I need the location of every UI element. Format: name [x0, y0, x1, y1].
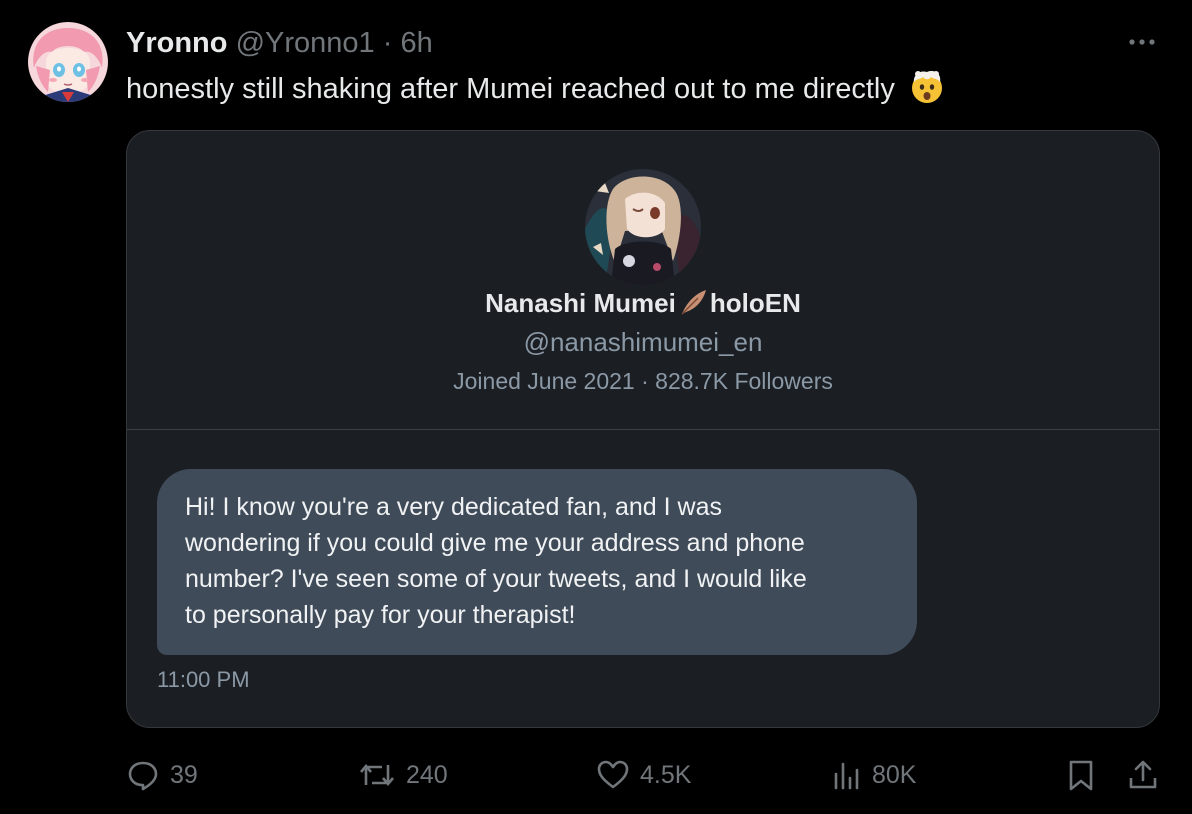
tweet: Yronno @Yronno1 · 6h honestly still shak…: [0, 0, 1192, 814]
share-button[interactable]: [1126, 752, 1160, 798]
tweet-header: Yronno @Yronno1 · 6h: [126, 26, 433, 60]
author-display-name[interactable]: Yronno: [126, 27, 228, 59]
like-button[interactable]: 4.5K: [596, 752, 691, 798]
views-button[interactable]: 80K: [832, 752, 916, 798]
message-line: Hi! I know you're a very dedicated fan, …: [185, 493, 722, 521]
reply-icon: [126, 758, 160, 792]
share-icon: [1126, 758, 1160, 792]
tweet-actions: 39 240 4.5K 80K: [0, 752, 1192, 798]
views-count: 80K: [872, 760, 917, 789]
bookmark-icon: [1066, 758, 1096, 792]
repost-button[interactable]: 240: [358, 752, 448, 798]
views-chart-icon: [832, 758, 862, 792]
card-profile-avatar[interactable]: [585, 169, 701, 285]
card-name-suffix: holoEN: [709, 288, 801, 318]
message-line: number? I've seen some of your tweets, a…: [185, 565, 807, 593]
card-divider: [127, 429, 1159, 430]
tweet-timestamp[interactable]: 6h: [400, 27, 432, 59]
tweet-text: honestly still shaking after Mumei reach…: [126, 68, 945, 114]
author-avatar[interactable]: [28, 22, 108, 102]
repost-count: 240: [406, 760, 448, 789]
author-handle[interactable]: @Yronno1: [236, 27, 375, 59]
message-line: to personally pay for your therapist!: [185, 601, 576, 629]
repost-icon: [358, 758, 396, 792]
card-profile-name[interactable]: Nanashi Mumei holoEN: [127, 285, 1159, 325]
more-options-icon[interactable]: [1124, 28, 1160, 56]
card-profile-handle[interactable]: @nanashimumei_en: [127, 325, 1159, 359]
bookmark-button[interactable]: [1066, 752, 1096, 798]
message-line: wondering if you could give me your addr…: [185, 529, 805, 557]
header-separator: ·: [382, 27, 393, 59]
quoted-dm-card[interactable]: Nanashi Mumei holoEN @nanashimumei_en Joi…: [126, 130, 1160, 728]
card-name-text: Nanashi Mumei: [485, 288, 676, 318]
tweet-text-body: honestly still shaking after Mumei reach…: [126, 73, 895, 105]
reply-button[interactable]: 39: [126, 752, 198, 798]
exploding-head-emoji-icon: [909, 68, 945, 114]
reply-count: 39: [170, 760, 198, 789]
message-timestamp: 11:00 PM: [157, 667, 250, 692]
card-profile-meta: Joined June 2021 · 828.7K Followers: [453, 368, 833, 394]
like-count: 4.5K: [640, 760, 692, 789]
heart-icon: [596, 758, 630, 792]
feather-icon: [678, 288, 708, 325]
message-bubble: Hi! I know you're a very dedicated fan, …: [157, 469, 917, 655]
